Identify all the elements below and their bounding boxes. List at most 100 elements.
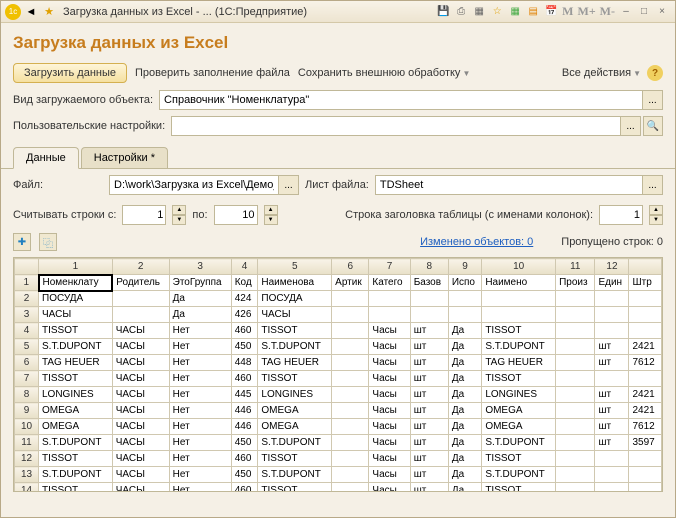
rownum[interactable]: 3 [15,307,39,323]
data-cell[interactable]: S.T.DUPONT [39,467,113,483]
tab-settings[interactable]: Настройки * [81,147,168,168]
header-cell[interactable]: Базов [410,275,448,291]
m-button[interactable]: M [560,4,575,19]
data-cell[interactable]: 460 [231,483,258,493]
col-header[interactable]: 4 [231,259,258,275]
data-grid[interactable]: 1234567891011121НоменклатуРодительЭтоГру… [14,258,662,492]
data-cell[interactable] [332,307,369,323]
data-cell[interactable] [448,291,481,307]
data-cell[interactable] [556,435,595,451]
from-spinner[interactable] [122,205,166,225]
data-cell[interactable]: ЧАСЫ [112,467,169,483]
check-file-link[interactable]: Проверить заполнение файла [135,67,290,79]
data-cell[interactable]: Да [448,387,481,403]
data-cell[interactable]: Да [448,355,481,371]
data-cell[interactable] [556,339,595,355]
data-cell[interactable]: шт [410,323,448,339]
data-cell[interactable]: Нет [169,435,231,451]
data-cell[interactable]: OMEGA [258,403,332,419]
data-cell[interactable]: OMEGA [39,403,113,419]
header-cell[interactable]: Един [595,275,629,291]
data-cell[interactable]: TAG HEUER [482,355,556,371]
data-cell[interactable]: 446 [231,403,258,419]
header-cell[interactable]: Родитель [112,275,169,291]
rownum[interactable]: 2 [15,291,39,307]
data-cell[interactable]: TISSOT [482,451,556,467]
calendar-icon[interactable]: 📅 [542,4,560,20]
data-cell[interactable] [556,483,595,493]
data-cell[interactable]: Нет [169,355,231,371]
data-cell[interactable]: Нет [169,483,231,493]
data-cell[interactable] [332,291,369,307]
data-cell[interactable]: шт [410,435,448,451]
load-data-button[interactable]: Загрузить данные [13,63,127,83]
rownum[interactable]: 14 [15,483,39,493]
data-cell[interactable]: ЧАСЫ [112,323,169,339]
data-cell[interactable] [332,355,369,371]
data-cell[interactable] [332,467,369,483]
data-cell[interactable]: Часы [369,483,410,493]
data-cell[interactable]: 460 [231,323,258,339]
calc-icon[interactable]: ▤ [524,4,542,20]
data-cell[interactable]: 3597 [629,435,662,451]
rownum[interactable]: 5 [15,339,39,355]
to-up-button[interactable]: ▲ [264,205,278,215]
rownum[interactable]: 13 [15,467,39,483]
data-cell[interactable]: Нет [169,339,231,355]
data-cell[interactable]: 2421 [629,339,662,355]
data-cell[interactable]: TISSOT [258,323,332,339]
col-header[interactable]: 7 [369,259,410,275]
data-cell[interactable]: ЧАСЫ [112,387,169,403]
header-down-button[interactable]: ▼ [649,215,663,225]
data-cell[interactable]: TISSOT [482,483,556,493]
data-cell[interactable]: Часы [369,451,410,467]
data-cell[interactable]: Часы [369,467,410,483]
data-cell[interactable] [556,387,595,403]
data-cell[interactable] [332,403,369,419]
data-cell[interactable]: OMEGA [39,419,113,435]
col-header[interactable]: 2 [112,259,169,275]
header-cell[interactable]: Штр [629,275,662,291]
maximize-button[interactable]: □ [635,4,653,20]
data-cell[interactable]: Нет [169,403,231,419]
data-cell[interactable]: шт [410,339,448,355]
data-cell[interactable]: Да [448,435,481,451]
data-cell[interactable]: Да [448,419,481,435]
from-up-button[interactable]: ▲ [172,205,186,215]
data-cell[interactable]: ЧАСЫ [112,483,169,493]
data-cell[interactable] [629,483,662,493]
data-cell[interactable] [595,307,629,323]
data-cell[interactable] [112,291,169,307]
data-cell[interactable]: LONGINES [39,387,113,403]
data-cell[interactable]: TISSOT [258,451,332,467]
user-settings-search-button[interactable]: 🔍 [643,116,663,136]
data-cell[interactable] [332,387,369,403]
header-cell[interactable]: Номенклату [39,275,113,291]
col-header[interactable]: 11 [556,259,595,275]
data-cell[interactable]: шт [595,387,629,403]
object-type-input[interactable] [159,90,643,110]
data-cell[interactable]: Часы [369,339,410,355]
data-cell[interactable] [482,291,556,307]
sheet-select-button[interactable]: ... [643,175,663,195]
header-up-button[interactable]: ▲ [649,205,663,215]
tab-data[interactable]: Данные [13,147,79,169]
data-cell[interactable] [556,291,595,307]
data-cell[interactable] [629,291,662,307]
data-cell[interactable]: ПОСУДА [39,291,113,307]
data-cell[interactable]: S.T.DUPONT [258,467,332,483]
data-cell[interactable]: ЧАСЫ [112,435,169,451]
data-cell[interactable]: шт [410,451,448,467]
data-cell[interactable]: ЧАСЫ [112,339,169,355]
to-spinner[interactable] [214,205,258,225]
help-icon[interactable]: ? [647,65,663,81]
object-select-button[interactable]: ... [643,90,663,110]
m-plus-button[interactable]: M+ [576,4,598,19]
col-header[interactable]: 3 [169,259,231,275]
data-cell[interactable] [629,371,662,387]
data-cell[interactable] [595,371,629,387]
data-cell[interactable]: TAG HEUER [39,355,113,371]
data-cell[interactable]: шт [410,403,448,419]
data-cell[interactable]: S.T.DUPONT [258,435,332,451]
data-cell[interactable]: ЧАСЫ [112,355,169,371]
